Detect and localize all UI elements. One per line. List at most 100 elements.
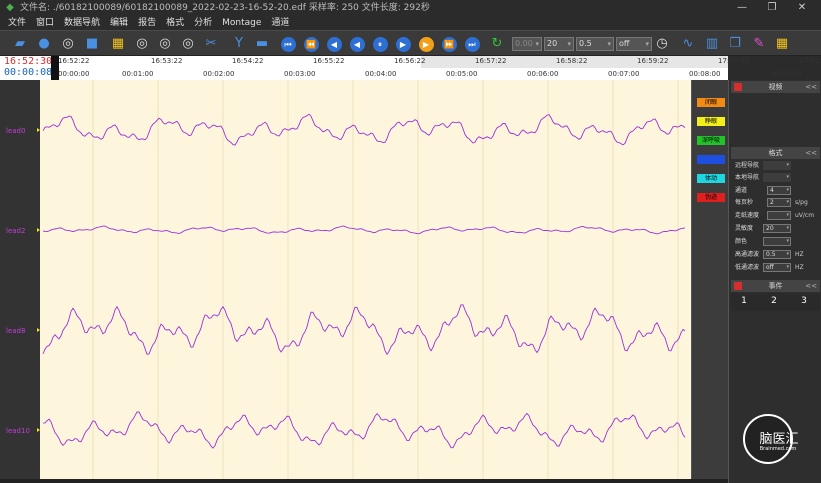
menu-data-nav[interactable]: 数据导航 [64, 16, 100, 30]
elapsed-tick-label: 00:03:00 [284, 70, 316, 78]
per-page-select[interactable]: 2 ▾ [767, 198, 791, 207]
channel-label[interactable]: lead2 [6, 227, 25, 235]
eeg-viewer-window: ◆ 文件名: ./60182100089/60182100089_2022-02… [0, 0, 821, 483]
channel-label-strip [0, 80, 40, 479]
local-nav-label: 本地导航 [735, 174, 760, 181]
sensitivity-select[interactable]: 20 ▾ [544, 37, 574, 51]
remote-nav-select[interactable]: ▾ [763, 161, 791, 170]
play-button[interactable]: ▶ [393, 34, 413, 54]
speed-value: 0.00 [515, 39, 533, 48]
columns-icon[interactable]: ▥ [702, 34, 722, 54]
database-icon[interactable]: ● [34, 34, 54, 54]
minimize-button[interactable]: — [728, 0, 756, 16]
sensitivity-value: 20 [547, 39, 558, 48]
channel-count-value: 4 [770, 187, 774, 194]
chart-grid-icon[interactable]: ▦ [772, 34, 792, 54]
event-tab-2[interactable]: 2 [759, 293, 789, 309]
collapse-icon[interactable]: << [805, 280, 817, 292]
channel-trace-lead10 [42, 411, 686, 449]
menu-edit[interactable]: 编辑 [110, 16, 128, 30]
sensitivity-panel-select[interactable]: 20 ▾ [763, 224, 791, 233]
eeg-trace-area[interactable]: lead0 lead2 lead8 lead10 [6, 80, 691, 479]
elapsed-tick-label: 00:09:00 [770, 70, 802, 78]
pen-icon[interactable]: ✎ [749, 34, 769, 54]
annotation-button[interactable]: 闭眼 [697, 98, 725, 107]
open-folder-icon[interactable]: ▰ [10, 34, 30, 54]
search-zoom-icon[interactable]: ◎ [58, 34, 78, 54]
next-page-button[interactable]: ⏩ [439, 34, 459, 54]
prev-second-button[interactable]: ◀ [324, 34, 344, 54]
event-tab-1[interactable]: 1 [729, 293, 759, 309]
first-page-button[interactable]: ⏮ [278, 34, 298, 54]
format-panel-header[interactable]: 格式 << [731, 147, 820, 159]
zoom-reset-icon[interactable]: ◎ [178, 34, 198, 54]
chevron-down-icon: ▾ [607, 40, 611, 48]
channel-trace-lead2 [42, 225, 686, 235]
elapsed-tick-label: 00:05:00 [446, 70, 478, 78]
annotation-button[interactable]: 体动 [697, 174, 725, 183]
annotation-column: 闭眼睁眼深呼吸体动伪迹 [691, 80, 728, 479]
menu-montage[interactable]: Montage [222, 16, 261, 30]
clock-icon[interactable]: ◷ [652, 34, 672, 54]
rewind-icon: ⏪ [303, 36, 319, 52]
menu-window[interactable]: 窗口 [36, 16, 54, 30]
position-cursor[interactable] [51, 56, 59, 80]
refresh-icon[interactable]: ↻ [487, 34, 507, 54]
highpass-select[interactable]: 0.5 ▾ [576, 37, 614, 51]
restore-button[interactable]: ❐ [758, 0, 786, 16]
paper-speed-label: 走纸速度 [735, 212, 760, 219]
menu-report[interactable]: 报告 [138, 16, 156, 30]
events-panel-header[interactable]: 事件 << [731, 280, 820, 292]
pause-button[interactable]: ⏸ [370, 34, 390, 54]
annotation-button[interactable] [697, 155, 725, 164]
highpass-panel-select[interactable]: 0.5 ▾ [763, 250, 791, 259]
speed-select[interactable]: 0.00 ▾ [512, 37, 542, 51]
paper-speed-select[interactable]: ▾ [767, 211, 791, 220]
close-button[interactable]: ✕ [788, 0, 816, 16]
back-button[interactable]: ◀ [347, 34, 367, 54]
highpass-label: 高通滤波 [735, 251, 760, 258]
clock-tick-label: 16:54:22 [232, 57, 264, 65]
annotation-button[interactable]: 深呼吸 [697, 136, 725, 145]
local-nav-select[interactable]: ▾ [763, 173, 791, 182]
last-page-icon: ⏭ [464, 36, 480, 52]
channel-count-select[interactable]: 4 ▾ [767, 186, 791, 195]
zoom-in-icon[interactable]: ◎ [132, 34, 152, 54]
clock-tick-label: 17:01:22 [799, 57, 821, 65]
clock-tick-label: 16:57:22 [475, 57, 507, 65]
scissors-icon[interactable]: ✂ [201, 34, 221, 54]
waveform-icon[interactable]: ∿ [678, 34, 698, 54]
last-page-button[interactable]: ⏭ [462, 34, 482, 54]
prev-page-button[interactable]: ⏪ [301, 34, 321, 54]
collapse-icon[interactable]: << [805, 81, 817, 93]
menu-analysis[interactable]: 分析 [194, 16, 212, 30]
channel-label[interactable]: lead0 [6, 127, 25, 135]
video-panel-header[interactable]: 视频 << [731, 81, 820, 93]
time-ruler[interactable]: 16:52:30 00:00:08 16:52:22 16:53:22 16:54:… [0, 56, 821, 80]
chevron-down-icon: ▾ [786, 162, 789, 168]
menu-format[interactable]: 格式 [166, 16, 184, 30]
zoom-out-icon[interactable]: ◎ [155, 34, 175, 54]
chevron-down-icon: ▾ [786, 174, 789, 180]
channel-label[interactable]: lead8 [6, 327, 25, 335]
event-tab-3[interactable]: 3 [789, 293, 819, 309]
chevron-down-icon: ▾ [786, 238, 789, 244]
print-icon[interactable]: ▬ [252, 34, 272, 54]
menu-channel[interactable]: 通道 [271, 16, 289, 30]
channel-label[interactable]: lead10 [6, 427, 30, 435]
chat-icon[interactable]: ■ [82, 34, 102, 54]
layout-icon[interactable]: ▦ [108, 34, 128, 54]
menu-file[interactable]: 文件 [8, 16, 26, 30]
filter-icon[interactable]: Y [229, 34, 249, 54]
sensitivity-panel-value: 20 [766, 225, 774, 232]
horizontal-scrollbar[interactable] [0, 479, 728, 483]
lowpass-panel-select[interactable]: off ▾ [763, 263, 791, 272]
color-select[interactable]: ▾ [763, 237, 791, 246]
chevron-down-icon: ▾ [786, 225, 789, 231]
annotation-button[interactable]: 睁眼 [697, 117, 725, 126]
collapse-icon[interactable]: << [805, 147, 817, 159]
format-panel-title: 格式 [768, 149, 783, 157]
play-fast-button[interactable]: ▶ [416, 34, 436, 54]
annotation-button[interactable]: 伪迹 [697, 193, 725, 202]
copy-icon[interactable]: ❐ [725, 34, 745, 54]
